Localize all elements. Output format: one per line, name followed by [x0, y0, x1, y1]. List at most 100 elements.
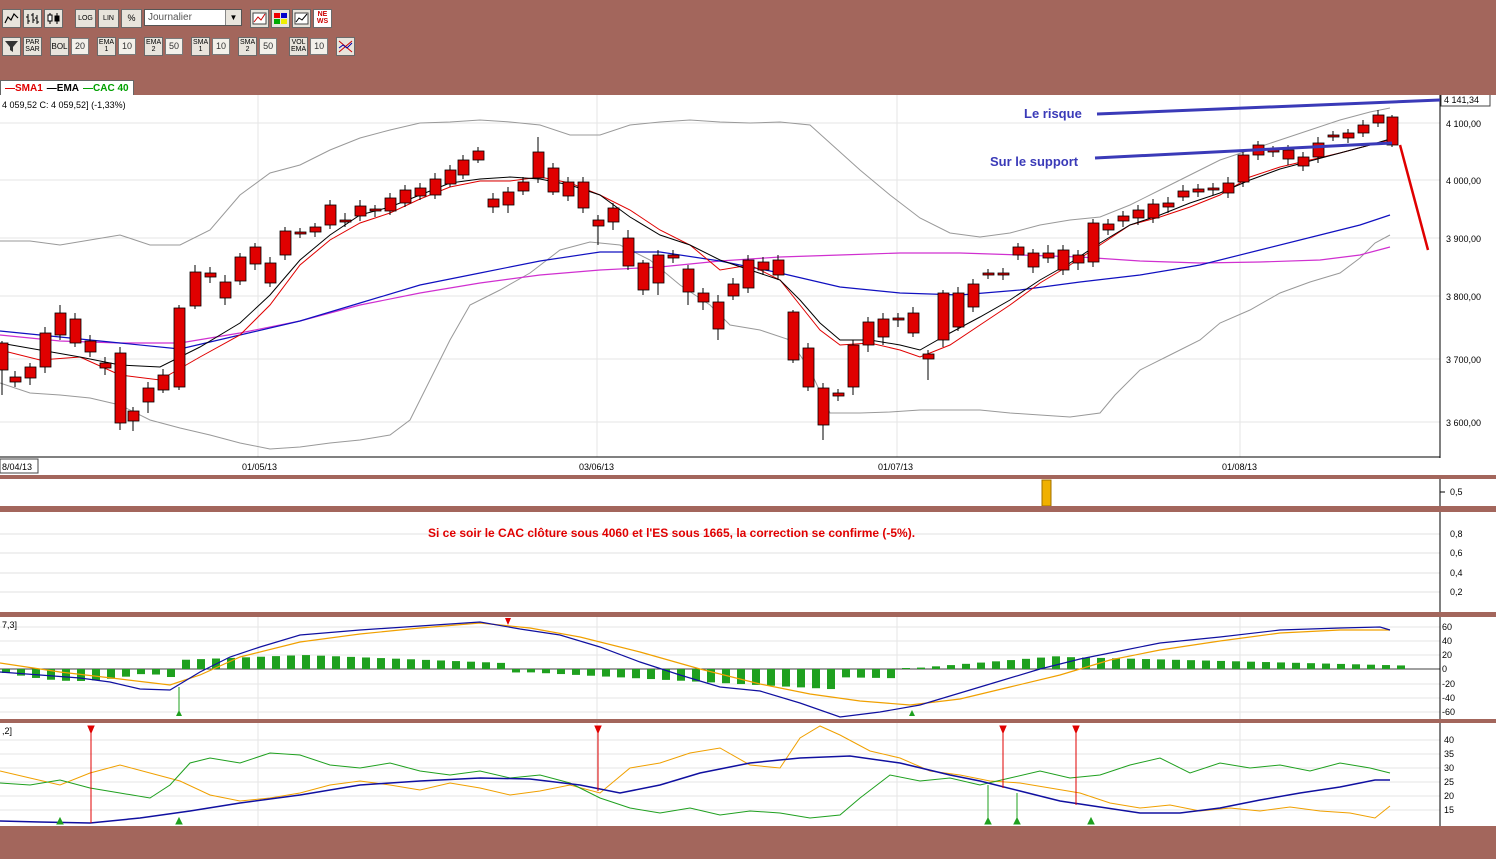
- dmi-tick: 30: [1444, 763, 1454, 773]
- percent-scale-button[interactable]: %: [121, 8, 142, 28]
- macd-histogram-bar: [62, 669, 70, 681]
- candle-body: [264, 262, 277, 284]
- macd-histogram-bar: [1247, 661, 1255, 669]
- macd-histogram-bar: [857, 669, 865, 678]
- macd-tick: -20: [1442, 679, 1455, 689]
- projection-arrow-line[interactable]: [1398, 144, 1430, 251]
- candle-body: [84, 340, 97, 353]
- candle-body: [354, 205, 367, 217]
- log-scale-button[interactable]: LOG: [75, 8, 96, 28]
- macd-histogram-bar: [182, 659, 190, 669]
- ema1-period-field[interactable]: 10: [118, 37, 137, 55]
- price-tick: 3 600,00: [1446, 418, 1481, 428]
- sma1-period-field[interactable]: 10: [212, 37, 231, 55]
- macd-histogram-bar: [167, 669, 175, 678]
- dmi-grid: [0, 723, 1440, 826]
- sell-signal-marker: [505, 618, 511, 625]
- period-select[interactable]: Journalier ▼: [144, 9, 242, 26]
- candle-body: [637, 262, 650, 291]
- candle-body: [0, 342, 9, 371]
- sma2-button[interactable]: SMA 2: [238, 36, 258, 56]
- macd-histogram-bar: [842, 669, 850, 678]
- macd-histogram-bar: [872, 669, 880, 678]
- comment-panel[interactable]: Si ce soir le CAC clôture sous 4060 et l…: [0, 512, 1496, 612]
- candle-body: [532, 151, 545, 179]
- candles-group: [0, 110, 1399, 440]
- filter-icon[interactable]: [2, 36, 21, 56]
- date-tick: 01/05/13: [242, 462, 277, 472]
- analysis-comment: Si ce soir le CAC clôture sous 4060 et l…: [428, 526, 915, 540]
- dmi-panel[interactable]: ,2] 40 35 30 25 20 15: [0, 723, 1496, 826]
- candlestick-chart-icon[interactable]: [44, 8, 63, 28]
- macd-panel[interactable]: 7,3] 60 40 20 0 -20 -40 -60: [0, 617, 1496, 719]
- macd-histogram-bar: [647, 669, 655, 680]
- candle-body: [772, 259, 785, 276]
- color-palette-icon[interactable]: [271, 8, 290, 28]
- macd-histogram-bar: [272, 656, 280, 669]
- candle-body: [1192, 188, 1205, 193]
- ema2-button[interactable]: EMA 2: [144, 36, 164, 56]
- risk-trendline[interactable]: [1096, 98, 1441, 116]
- macd-histogram-bar: [767, 669, 775, 686]
- parabolic-sar-button[interactable]: PAR SAR: [23, 36, 42, 56]
- sma1-button[interactable]: SMA 1: [191, 36, 211, 56]
- ema1-button[interactable]: EMA 1: [97, 36, 117, 56]
- candle-body: [1207, 187, 1220, 191]
- price-tick: 3 800,00: [1446, 292, 1481, 302]
- candle-body: [173, 307, 186, 388]
- news-icon[interactable]: NE WS: [313, 8, 332, 28]
- axis-tick: 0,8: [1450, 529, 1463, 539]
- macd-histogram-bar: [632, 669, 640, 679]
- period-select-value: Journalier: [148, 12, 192, 23]
- candle-body: [234, 256, 247, 282]
- macd-histogram-bar: [1202, 660, 1210, 669]
- candle-body: [99, 362, 112, 369]
- macd-histogram-bar: [1337, 663, 1345, 669]
- bar-chart-icon[interactable]: [23, 8, 42, 28]
- draw-trendline-icon[interactable]: [250, 8, 269, 28]
- linear-scale-button[interactable]: LIN: [98, 8, 119, 28]
- macd-histogram-bar: [1382, 665, 1390, 669]
- comment-svg: Si ce soir le CAC clôture sous 4060 et l…: [0, 512, 1463, 612]
- bollinger-period-field[interactable]: 20: [71, 37, 90, 55]
- macd-histogram-bar: [587, 669, 595, 676]
- macd-signal-line: [0, 622, 1390, 706]
- adx-line: [0, 755, 1390, 824]
- line-chart-icon[interactable]: [2, 8, 21, 28]
- dmi-buy-signals: [56, 785, 1095, 825]
- candle-body: [562, 181, 575, 197]
- bollinger-upper-line: [0, 107, 1391, 246]
- candle-body: [39, 332, 52, 368]
- sma2-period-field[interactable]: 50: [259, 37, 278, 55]
- legend-sma1: —SMA1: [5, 82, 43, 94]
- candle-body: [607, 207, 620, 223]
- price-chart-panel[interactable]: Le risque Sur le support 4 059,52 C: 4 0…: [0, 92, 1496, 458]
- macd-histogram-bar: [932, 666, 940, 669]
- macd-histogram-bar: [1157, 659, 1165, 669]
- candle-body: [54, 312, 67, 336]
- candle-body: [1072, 254, 1085, 264]
- macd-histogram-bar: [737, 669, 745, 685]
- ema2-period-field[interactable]: 50: [165, 37, 184, 55]
- bollinger-button[interactable]: BOL: [50, 36, 69, 56]
- volume-panel[interactable]: 0,5: [0, 479, 1496, 507]
- macd-histogram-bar: [572, 669, 580, 675]
- chevron-down-icon[interactable]: ▼: [225, 10, 241, 25]
- chart-zoom-icon[interactable]: [292, 8, 311, 28]
- price-info: 4 059,52 C: 4 059,52] (-1,33%): [2, 100, 126, 110]
- macd-histogram-bar: [377, 658, 385, 669]
- candle-body: [69, 318, 82, 344]
- candle-body: [279, 230, 292, 256]
- volume-ema-period-field[interactable]: 10: [310, 37, 329, 55]
- indicator-settings-icon[interactable]: [336, 36, 356, 56]
- candle-body: [204, 272, 217, 278]
- buy-signal-marker: [176, 710, 182, 716]
- volume-ema-button[interactable]: VOL EMA: [289, 36, 309, 56]
- candle-body: [1117, 215, 1130, 222]
- candle-body: [1357, 124, 1370, 134]
- macd-histogram-bar: [1172, 659, 1180, 669]
- candle-body: [1297, 156, 1310, 167]
- date-tick: 01/08/13: [1222, 462, 1257, 472]
- candle-body: [1027, 252, 1040, 268]
- dmi-tick: 35: [1444, 749, 1454, 759]
